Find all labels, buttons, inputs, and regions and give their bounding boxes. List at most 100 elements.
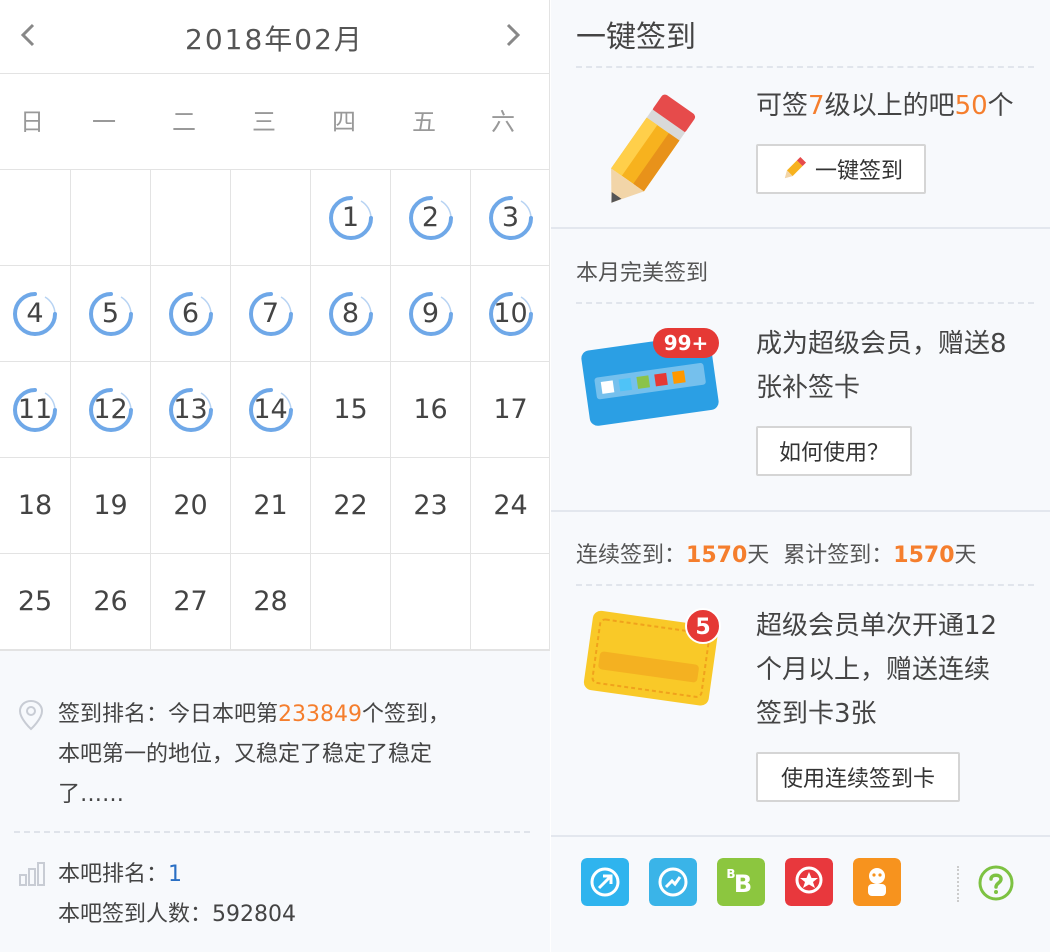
day-number: 14 (253, 394, 288, 425)
calendar-empty-cell (0, 170, 71, 266)
sign-all-button[interactable]: 一键签到 (756, 144, 926, 194)
calendar-header: 2018年02月 (0, 0, 549, 74)
calendar-day[interactable]: 24 (471, 458, 550, 554)
weekday-label: 日 (20, 108, 44, 136)
desc-mid: 级以上的吧 (824, 91, 955, 121)
continuous-value: 1570 (686, 543, 748, 568)
calendar-day[interactable]: 3 (471, 170, 550, 266)
calendar-day[interactable]: 17 (471, 362, 550, 458)
next-month-icon[interactable] (497, 20, 527, 50)
sign-rank-text: 签到排名：今日本吧第233849个签到， 本吧第一的地位，又稳定了稳定了稳定 了… (58, 695, 528, 815)
sidebar-panel: 一键签到 可签7级以上的吧50个 一键签到 本月完美签到 99+ 成为超级会员，… (551, 0, 1050, 952)
bar-rank-value: 1 (168, 862, 183, 887)
count-value: 50 (954, 91, 988, 121)
continuous-desc-line2: 个月以上，赠送连续 (756, 655, 991, 685)
calendar-day[interactable]: 19 (71, 458, 151, 554)
svg-text:B: B (734, 870, 752, 898)
calendar-day[interactable]: 11 (0, 362, 71, 458)
bar-rank-text: 本吧排名：1 本吧签到人数：592804 (58, 855, 528, 935)
calendar-day[interactable]: 10 (471, 266, 550, 362)
calendar-day[interactable]: 4 (0, 266, 71, 362)
perfect-desc-line1: 成为超级会员，赠送8 (756, 329, 1007, 359)
bar-chart-icon (19, 862, 45, 886)
calendar-day[interactable]: 14 (231, 362, 311, 458)
calendar-day[interactable]: 2 (391, 170, 471, 266)
weekday-label: 五 (412, 108, 436, 136)
star-badge-icon[interactable] (785, 858, 833, 906)
calendar-panel: 2018年02月 日 一 二 三 四 五 六 1 2 3 4 5 6 7 8 9 10 11 12 13… (0, 0, 550, 952)
calendar-day[interactable]: 1 (311, 170, 391, 266)
makeup-card-icon: 99+ (581, 328, 719, 426)
day-number: 15 (333, 394, 368, 425)
section-divider (576, 66, 1034, 68)
calendar-day[interactable]: 15 (311, 362, 391, 458)
calendar-day[interactable]: 5 (71, 266, 151, 362)
calendar-day[interactable]: 23 (391, 458, 471, 554)
continuous-desc-line3: 签到卡3张 (756, 699, 877, 729)
section-border (551, 510, 1050, 512)
rank-line2: 本吧第一的地位，又稳定了稳定了稳定 (58, 742, 433, 767)
share-cyan-icon[interactable] (649, 858, 697, 906)
section-border (551, 835, 1050, 837)
calendar-day[interactable]: 13 (151, 362, 231, 458)
day-number: 5 (101, 298, 120, 329)
rank-number: 233849 (278, 702, 362, 727)
desc-suffix: 个 (987, 91, 1014, 121)
continuous-stats: 连续签到：1570天 累计签到：1570天 (576, 537, 977, 569)
rank-label: 签到排名：今日本吧第 (58, 702, 279, 727)
calendar-day[interactable]: 9 (391, 266, 471, 362)
sign-all-title: 一键签到 (576, 20, 696, 55)
calendar-empty-cell (471, 554, 550, 650)
day-number: 22 (333, 490, 368, 521)
day-number: 8 (341, 298, 360, 329)
calendar-day[interactable]: 6 (151, 266, 231, 362)
calendar-day[interactable]: 26 (71, 554, 151, 650)
calendar-day[interactable]: 20 (151, 458, 231, 554)
continuous-card-badge: 5 (695, 615, 710, 640)
calendar-day[interactable]: 27 (151, 554, 231, 650)
bb-icon[interactable]: B B (717, 858, 765, 906)
day-number: 19 (93, 490, 128, 521)
calendar-day[interactable]: 18 (0, 458, 71, 554)
calendar-day[interactable]: 12 (71, 362, 151, 458)
sign-all-desc: 可签7级以上的吧50个 (756, 84, 1014, 128)
how-to-use-button[interactable]: 如何使用？ (756, 426, 912, 476)
day-number: 2 (421, 202, 440, 233)
use-continuous-card-button[interactable]: 使用连续签到卡 (756, 752, 960, 802)
calendar-day[interactable]: 21 (231, 458, 311, 554)
level-value: 7 (808, 91, 825, 121)
weekday-label: 二 (172, 108, 196, 136)
calendar-empty-cell (151, 170, 231, 266)
calendar-day[interactable]: 28 (231, 554, 311, 650)
calendar-day[interactable]: 22 (311, 458, 391, 554)
bar-rank-label: 本吧排名： (58, 862, 169, 887)
day-number: 25 (17, 586, 53, 617)
section-divider (576, 302, 1034, 304)
mascot-icon[interactable] (853, 858, 901, 906)
calendar-day[interactable]: 8 (311, 266, 391, 362)
continuous-desc: 超级会员单次开通12 个月以上，赠送连续 签到卡3张 (756, 604, 997, 736)
help-icon[interactable] (977, 864, 1015, 902)
continuous-card-icon: 5 (583, 608, 721, 706)
weekday-label: 三 (252, 108, 276, 136)
makeup-card-badge: 99+ (664, 331, 709, 355)
day-number: 28 (253, 586, 288, 617)
location-pin-icon (18, 699, 44, 731)
day-number: 3 (501, 202, 520, 233)
sign-rank-block: 签到排名：今日本吧第233849个签到， 本吧第一的地位，又稳定了稳定了稳定 了… (18, 695, 528, 815)
calendar-empty-cell (311, 554, 391, 650)
day-number: 16 (413, 394, 448, 425)
svg-text:B: B (726, 867, 735, 881)
day-number: 27 (173, 586, 208, 617)
calendar-day[interactable]: 16 (391, 362, 471, 458)
calendar-day[interactable]: 7 (231, 266, 311, 362)
continuous-unit: 天 (747, 543, 770, 568)
continuous-desc-line1: 超级会员单次开通12 (756, 611, 998, 641)
day-number: 23 (413, 490, 448, 521)
calendar-empty-cell (391, 554, 471, 650)
icon-separator (957, 866, 959, 902)
day-number: 7 (261, 298, 280, 329)
share-blue-icon[interactable] (581, 858, 629, 906)
perfect-desc: 成为超级会员，赠送8 张补签卡 (756, 322, 1007, 410)
calendar-day[interactable]: 25 (0, 554, 71, 650)
